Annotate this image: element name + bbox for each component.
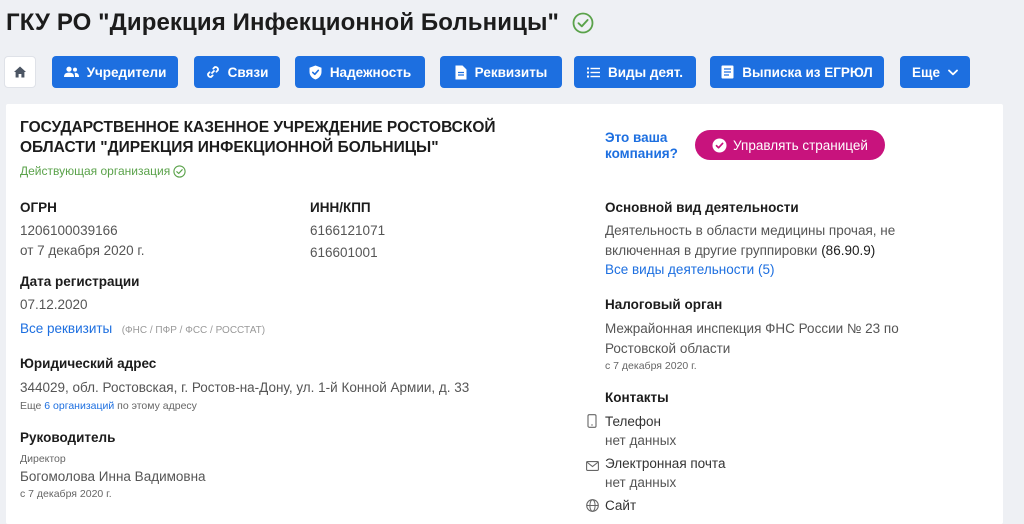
shield-check-icon [712,138,727,152]
activities-button[interactable]: Виды деят. [574,56,696,88]
document-icon [455,65,467,79]
links-label: Связи [227,64,269,80]
registration-label: Дата регистрации [20,274,140,289]
main-activity-text: включенная в другие группировки [605,243,818,258]
requisites-label: Реквизиты [474,64,548,80]
reliability-label: Надежность [329,64,412,80]
phone-value: нет данных [605,433,677,448]
reliability-button[interactable]: Надежность [295,56,425,88]
egrul-extract-button[interactable]: Выписка из ЕГРЮЛ [710,56,884,88]
contacts-label: Контакты [605,390,669,405]
founders-label: Учредители [86,64,167,80]
tax-authority-line-1: Межрайонная инспекция ФНС России № 23 по [605,321,899,336]
main-activity-line-1: Деятельность в области медицины прочая, … [605,223,896,238]
all-requisites-link[interactable]: Все реквизиты [20,321,112,336]
more-button[interactable]: Еще [900,56,970,88]
home-icon [14,66,26,78]
status-badge: Действующая организация [20,164,186,178]
head-date: с 7 декабря 2020 г. [20,488,112,500]
ogrn-date: от 7 декабря 2020 г. [20,243,145,258]
head-position: Директор [20,453,66,465]
phone-icon [587,414,597,433]
links-button[interactable]: Связи [194,56,280,88]
list-icon [586,67,600,77]
founders-button[interactable]: Учредители [52,56,178,88]
full-company-name: ГОСУДАРСТВЕННОЕ КАЗЕННОЕ УЧРЕЖДЕНИЕ РОСТ… [20,118,496,158]
tax-authority-label: Налоговый орган [605,297,723,312]
verified-check-icon [572,12,594,34]
activities-label: Виды деят. [607,64,684,80]
link-icon [206,66,219,78]
check-circle-icon [173,164,186,178]
ownership-question-line-2: компания? [605,146,678,161]
page-header: ГКУ РО "Дирекция Инфекционной Больницы" [6,6,594,40]
globe-icon [586,499,599,517]
main-activity-code: (86.90.9) [821,243,876,258]
email-value: нет данных [605,475,677,490]
site-label: Сайт [605,498,637,513]
page-title: ГКУ РО "Дирекция Инфекционной Больницы" [6,9,560,36]
extract-icon [721,65,734,79]
egrul-extract-label: Выписка из ЕГРЮЛ [742,64,873,80]
ogrn-label: ОГРН [20,200,57,215]
ogrn-value: 1206100039166 [20,223,118,238]
registration-date: 07.12.2020 [20,297,88,312]
ownership-question[interactable]: Это ваша компания? [605,130,678,162]
kpp-value: 616601001 [310,245,378,260]
legal-address-label: Юридический адрес [20,356,157,371]
manage-page-button[interactable]: Управлять страницей [695,130,885,160]
more-label: Еще [912,64,940,80]
company-card: ГОСУДАРСТВЕННОЕ КАЗЕННОЕ УЧРЕЖДЕНИЕ РОСТ… [6,104,1003,524]
shield-icon [309,65,322,79]
all-activities-link[interactable]: Все виды деятельности (5) [605,262,774,277]
main-activity-line-2: включенная в другие группировки (86.90.9… [605,243,875,258]
email-icon [586,458,599,476]
inn-kpp-label: ИНН/КПП [310,200,371,215]
manage-page-label: Управлять страницей [733,137,868,153]
full-name-line-1: ГОСУДАРСТВЕННОЕ КАЗЕННОЕ УЧРЕЖДЕНИЕ РОСТ… [20,119,496,136]
ownership-question-line-1: Это ваша [605,130,668,145]
head-label: Руководитель [20,430,116,445]
chevron-down-icon [948,69,958,75]
main-activity-label: Основной вид деятельности [605,200,799,215]
same-address-prefix: Еще [20,400,42,412]
requisites-button[interactable]: Реквизиты [440,56,562,88]
full-name-line-2: ОБЛАСТИ "ДИРЕКЦИЯ ИНФЕКЦИОННОЙ БОЛЬНИЦЫ" [20,139,439,156]
tax-authority-date: с 7 декабря 2020 г. [605,360,697,372]
same-address-link[interactable]: 6 организаций [44,400,114,412]
phone-label: Телефон [605,414,662,429]
legal-address-value: 344029, обл. Ростовская, г. Ростов-на-До… [20,380,470,395]
home-button[interactable] [4,56,36,88]
tax-authority-line-2: Ростовской области [605,341,731,356]
same-address-suffix: по этому адресу [117,400,197,412]
inn-value: 6166121071 [310,223,386,238]
status-text: Действующая организация [20,164,171,178]
users-icon [63,66,79,77]
head-name: Богомолова Инна Вадимовна [20,469,206,484]
same-address-row: Еще 6 организаций по этому адресу [20,400,197,412]
all-requisites-row: Все реквизиты (ФНС / ПФР / ФСС / РОССТАТ… [20,320,265,338]
funds-list: (ФНС / ПФР / ФСС / РОССТАТ) [121,325,266,336]
email-label: Электронная почта [605,456,726,471]
